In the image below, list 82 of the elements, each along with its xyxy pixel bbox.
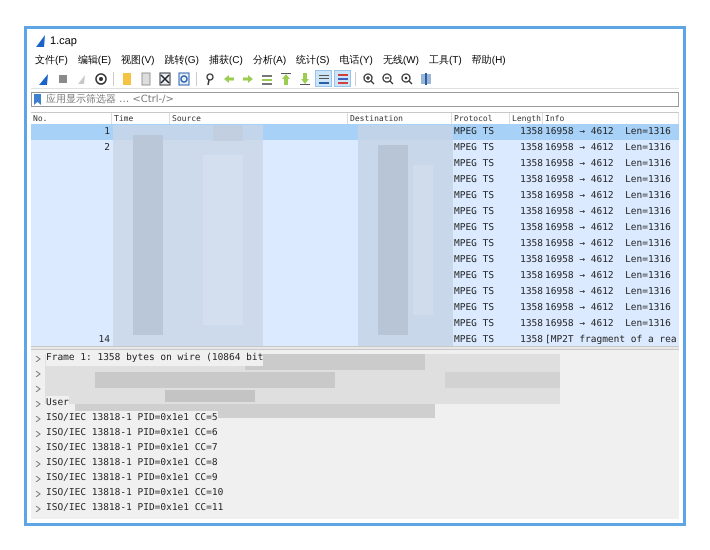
table-cell-text: 1358 — [519, 188, 543, 203]
menu-item[interactable]: 无线(W) — [382, 52, 419, 68]
zoom-reset-icon — [400, 72, 414, 86]
table-cell-text: 1358 — [519, 284, 543, 299]
table-cell-text: 1358 — [519, 300, 543, 315]
table-cell: 14 — [98, 334, 110, 345]
zoom-out-icon — [380, 72, 394, 86]
menu-item[interactable]: 视图(V) — [121, 52, 154, 68]
fin-icon — [35, 35, 46, 47]
table-cell-text: MPEG TS — [453, 316, 496, 331]
table-cell-text: 16958 → 4612 Len=1316 — [544, 204, 671, 219]
table-cell: 2 — [104, 142, 110, 153]
window-title: 1.cap — [50, 34, 77, 49]
table-cell-text: MPEG TS — [453, 188, 496, 203]
expand-caret-icon[interactable] — [35, 446, 41, 452]
table-cell-text: 16958 → 4612 Len=1316 — [544, 172, 671, 187]
table-cell-text: 16958 → 4612 Len=1316 — [544, 316, 671, 331]
expand-caret-icon[interactable] — [35, 416, 41, 422]
table-cell-text: 16958 → 4612 Len=1316 — [544, 124, 671, 139]
expand-caret-icon[interactable] — [35, 430, 41, 436]
menu-item[interactable]: 分析(A) — [252, 52, 286, 68]
menu-item[interactable]: 编辑(E) — [78, 52, 112, 68]
menu-item[interactable]: 捕获(C) — [208, 52, 243, 68]
tree-item[interactable]: Frame 1: 1358 bytes on wire (10864 bit — [46, 351, 264, 366]
table-cell-text: MPEG TS — [453, 140, 496, 155]
expand-caret-icon[interactable] — [35, 356, 41, 362]
zoom-in-icon — [362, 72, 376, 86]
table-cell-text: MPEG TS — [453, 284, 496, 299]
table-cell-text: 1358 — [519, 220, 543, 235]
colorize-icon — [336, 72, 350, 86]
table-cell-text: 1358 — [519, 172, 543, 187]
table-cell-text: MPEG TS — [453, 124, 496, 139]
table-cell-text: 1358 — [519, 236, 543, 251]
table-cell-text: MPEG TS — [453, 252, 496, 267]
table-cell-text: 16958 → 4612 Len=1316 — [544, 220, 671, 235]
table-cell-text: MPEG TS — [453, 156, 496, 171]
table-cell-text: MPEG TS — [453, 332, 496, 346]
table-cell-text: 16958 → 4612 Len=1316 — [544, 156, 671, 171]
menu-item[interactable]: 电话(Y) — [340, 52, 373, 68]
table-cell-text: 16958 → 4612 Len=1316 — [544, 188, 671, 203]
table-cell: 1 — [104, 126, 110, 137]
table-cell-text: 16958 → 4612 Len=1316 — [544, 140, 671, 155]
table-cell-text: 16958 → 4612 Len=1316 — [544, 268, 671, 283]
menu-item[interactable]: 跳转(G) — [164, 52, 199, 68]
table-cell-text: MPEG TS — [453, 268, 496, 283]
table-cell-text: 1358 — [519, 316, 543, 331]
table-cell-text: 1358 — [519, 124, 543, 139]
arrow-up-icon — [278, 72, 292, 86]
menu-item[interactable]: 文件(F) — [35, 52, 68, 68]
menu-item[interactable]: 工具(T) — [428, 52, 462, 68]
table-cell-text: MPEG TS — [453, 300, 496, 315]
table-cell-text: 1358 — [519, 140, 543, 155]
table-cell-text: MPEG TS — [453, 220, 496, 235]
menu-item[interactable]: 帮助(H) — [472, 52, 506, 68]
resize-columns-icon — [418, 72, 432, 86]
arrow-down-icon — [298, 72, 312, 86]
expand-caret-icon[interactable] — [35, 400, 41, 406]
table-cell-text: 16958 → 4612 Len=1316 — [544, 300, 671, 315]
table-cell-text: 16958 → 4612 Len=1316 — [544, 252, 671, 267]
table-cell-text: [MP2T fragment of a rea — [544, 332, 677, 346]
table-cell-text: 16958 → 4612 Len=1316 — [544, 284, 671, 299]
expand-caret-icon[interactable] — [35, 490, 41, 496]
table-cell-text: MPEG TS — [453, 236, 496, 251]
expand-caret-icon[interactable] — [35, 386, 41, 392]
menu-item[interactable]: 统计(S) — [296, 52, 330, 68]
table-cell-text: 1358 — [519, 156, 543, 171]
expand-caret-icon[interactable] — [35, 460, 41, 466]
table-cell-text: 1358 — [519, 252, 543, 267]
expand-caret-icon[interactable] — [35, 476, 41, 482]
fin-icon — [36, 72, 50, 86]
table-cell-text: 1358 — [519, 268, 543, 283]
table-cell-text: 16958 → 4612 Len=1316 — [544, 236, 671, 251]
filter-field[interactable]: 应用显示筛选器 … <Ctrl-/> — [31, 92, 679, 107]
expand-caret-icon[interactable] — [35, 506, 41, 512]
table-cell-text: 1358 — [519, 204, 543, 219]
reload-icon — [176, 72, 190, 86]
expand-caret-icon[interactable] — [35, 370, 41, 376]
table-cell-text: 1358 — [519, 332, 543, 346]
table-cell-text: MPEG TS — [453, 172, 496, 187]
bookmark-icon — [34, 94, 41, 105]
table-cell-text: MPEG TS — [453, 204, 496, 219]
close-icon — [158, 72, 172, 86]
